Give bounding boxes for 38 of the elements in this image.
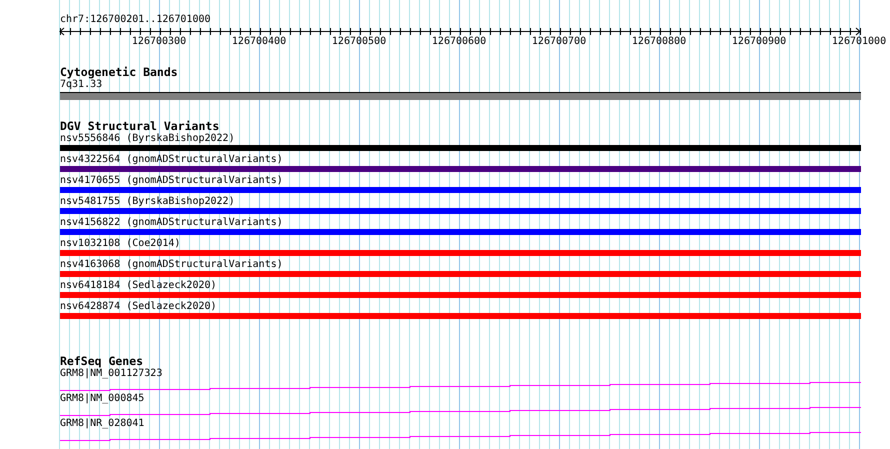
variant-bar[interactable] (60, 250, 861, 256)
variant-label: nsv6418184 (Sedlazeck2020) (60, 280, 217, 292)
gene-model-line[interactable] (60, 382, 861, 391)
variant-bar[interactable] (60, 187, 861, 193)
ruler-tick-label: 126700300 (132, 36, 186, 46)
variant-label: nsv4156822 (gnomADStructuralVariants) (60, 217, 283, 229)
variant-label: nsv5481755 (ByrskaBishop2022) (60, 196, 235, 208)
track-title: Cytogenetic Bands (60, 66, 178, 79)
ruler-tick-label: 126701000 (832, 36, 886, 46)
gene-label: GRM8|NR_028041 (60, 418, 144, 430)
cytoband-bar[interactable] (60, 92, 861, 100)
ruler-tick-label: 126700500 (332, 36, 386, 46)
ruler-tick-label: 126700400 (232, 36, 286, 46)
variant-bar[interactable] (60, 145, 861, 151)
variant-label: nsv4163068 (gnomADStructuralVariants) (60, 259, 283, 271)
track-title: RefSeq Genes (60, 355, 144, 368)
ruler-tick-label: 126700600 (432, 36, 486, 46)
gene-model-line[interactable] (60, 432, 861, 441)
gene-label: GRM8|NM_000845 (60, 393, 144, 405)
variant-bar[interactable] (60, 208, 861, 214)
variant-bar[interactable] (60, 166, 861, 172)
variant-label: nsv1032108 (Coe2014) (60, 238, 180, 250)
location-label: chr7:126700201..126701000 (60, 14, 211, 26)
ruler-tick-label: 126700700 (532, 36, 586, 46)
variant-bar[interactable] (60, 271, 861, 277)
variant-label: nsv5556846 (ByrskaBishop2022) (60, 133, 235, 145)
variant-bar[interactable] (60, 313, 861, 319)
variant-label: nsv4170655 (gnomADStructuralVariants) (60, 175, 283, 187)
ruler-tick-label: 126700800 (632, 36, 686, 46)
ruler-tick-label: 126700900 (732, 36, 786, 46)
variant-bar[interactable] (60, 229, 861, 235)
gene-label: GRM8|NM_001127323 (60, 368, 162, 380)
gene-model-line[interactable] (60, 407, 861, 416)
variant-label: nsv4322564 (gnomADStructuralVariants) (60, 154, 283, 166)
variant-bar[interactable] (60, 292, 861, 298)
track-title: DGV Structural Variants (60, 120, 220, 133)
band-label: 7q31.33 (60, 79, 102, 91)
variant-label: nsv6428874 (Sedlazeck2020) (60, 301, 217, 313)
